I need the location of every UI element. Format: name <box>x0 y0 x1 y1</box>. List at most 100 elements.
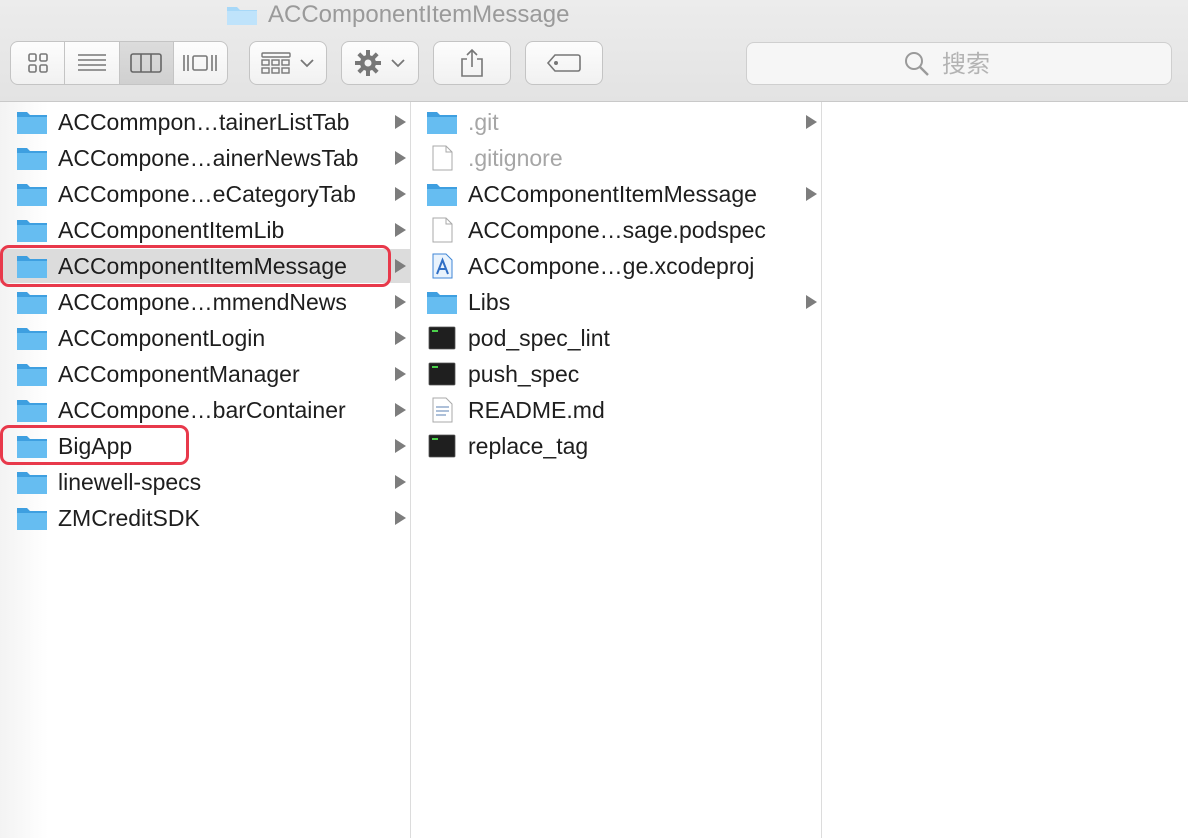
file-row-gitignore[interactable]: .gitignore <box>411 141 821 175</box>
terminal-icon <box>428 434 456 458</box>
file-row-git[interactable]: .git <box>411 105 821 139</box>
folder-icon <box>17 112 47 134</box>
file-name-label: replace_tag <box>468 433 589 459</box>
chevron-down-icon <box>391 59 405 68</box>
file-name-label: ACComponentItemMessage <box>468 181 757 207</box>
file-row-pod-spec-lint[interactable]: pod_spec_lint <box>411 321 821 355</box>
folder-icon <box>17 436 47 458</box>
disclosure-arrow-icon <box>395 151 406 165</box>
disclosure-arrow-icon <box>806 187 817 201</box>
cover-flow-icon <box>183 55 218 71</box>
file-name-label: README.md <box>468 397 605 423</box>
file-row-accomponentitemmessage[interactable]: ACComponentItemMessage <box>0 249 410 283</box>
folder-icon <box>17 220 47 242</box>
disclosure-arrow-icon <box>395 331 406 345</box>
file-name-label: ACComponentLogin <box>58 325 266 351</box>
file-row-push-spec[interactable]: push_spec <box>411 357 821 391</box>
folder-icon <box>427 184 457 206</box>
file-row-bigapp[interactable]: BigApp <box>0 429 410 463</box>
folder-icon <box>17 400 47 422</box>
cover-flow-view-button[interactable] <box>174 42 227 84</box>
columns-icon <box>130 53 162 73</box>
terminal-icon <box>428 326 456 350</box>
disclosure-arrow-icon <box>395 403 406 417</box>
document-icon <box>432 217 453 243</box>
file-name-label: ACCommpon…tainerListTab <box>58 109 350 135</box>
disclosure-arrow-icon <box>806 115 817 129</box>
column-parent-folder: ACCommpon…tainerListTab ACCompone…ainerNe… <box>0 102 411 838</box>
file-row-accompone-sage-podspec[interactable]: ACCompone…sage.podspec <box>411 213 821 247</box>
action-button[interactable] <box>341 41 419 85</box>
tag-button[interactable] <box>525 41 603 85</box>
window-title-text: ACComponentItemMessage <box>268 1 570 28</box>
disclosure-arrow-icon <box>395 187 406 201</box>
folder-icon <box>17 364 47 386</box>
icon-view-button[interactable] <box>11 42 66 84</box>
disclosure-arrow-icon <box>395 475 406 489</box>
folder-icon <box>17 508 47 530</box>
disclosure-arrow-icon <box>395 295 406 309</box>
terminal-icon <box>428 362 456 386</box>
file-name-label: ACCompone…eCategoryTab <box>58 181 356 207</box>
disclosure-arrow-icon <box>395 367 406 381</box>
file-name-label: pod_spec_lint <box>468 325 610 351</box>
file-name-label: ACComponentItemMessage <box>58 253 347 279</box>
file-row-zmcreditsdk[interactable]: ZMCreditSDK <box>0 501 410 535</box>
arrange-grid-icon <box>261 52 291 74</box>
text-document-icon <box>432 397 453 423</box>
file-row-accomponentlogin[interactable]: ACComponentLogin <box>0 321 410 355</box>
finder-toolbar: ACComponentItemMessage <box>0 0 1188 102</box>
file-name-label: ACCompone…barContainer <box>58 397 346 423</box>
file-name-label: Libs <box>468 289 511 315</box>
list-view-button[interactable] <box>65 42 120 84</box>
tag-icon <box>546 54 581 72</box>
disclosure-arrow-icon <box>395 511 406 525</box>
document-icon <box>432 145 453 171</box>
file-row-accompone-mmendnews[interactable]: ACCompone…mmendNews <box>0 285 410 319</box>
file-row-accompone-ge-xcodeproj[interactable]: ACCompone…ge.xcodeproj <box>411 249 821 283</box>
folder-icon <box>17 184 47 206</box>
disclosure-arrow-icon <box>395 115 406 129</box>
folder-icon <box>227 7 257 25</box>
folder-icon <box>17 148 47 170</box>
file-name-label: ACCompone…ainerNewsTab <box>58 145 359 171</box>
file-name-label: linewell-specs <box>58 469 202 495</box>
share-icon <box>461 48 483 77</box>
folder-icon <box>17 256 47 278</box>
folder-icon <box>17 472 47 494</box>
file-row-libs[interactable]: Libs <box>411 285 821 319</box>
file-row-replace-tag[interactable]: replace_tag <box>411 429 821 463</box>
file-row-linewell-specs[interactable]: linewell-specs <box>0 465 410 499</box>
xcode-project-icon <box>432 253 453 279</box>
file-name-label: ACCompone…mmendNews <box>58 289 347 315</box>
gear-icon <box>355 50 381 76</box>
arrange-button[interactable] <box>249 41 327 85</box>
grid-icon <box>27 53 48 73</box>
share-button[interactable] <box>433 41 511 85</box>
file-row-accompone-barcontainer[interactable]: ACCompone…barContainer <box>0 393 410 427</box>
column-view-button[interactable] <box>119 42 174 84</box>
window-title: ACComponentItemMessage <box>226 0 569 30</box>
file-name-label: ACComponentItemLib <box>58 217 285 243</box>
file-name-label: ACCompone…ge.xcodeproj <box>468 253 755 279</box>
view-mode-control <box>10 41 228 85</box>
file-row-accommpon-tainerlisttab[interactable]: ACCommpon…tainerListTab <box>0 105 410 139</box>
search-field[interactable] <box>746 42 1172 85</box>
file-row-accompone-ecategorytab[interactable]: ACCompone…eCategoryTab <box>0 177 410 211</box>
search-input[interactable] <box>940 48 1014 79</box>
chevron-down-icon <box>300 59 314 68</box>
file-row-readme-md[interactable]: README.md <box>411 393 821 427</box>
folder-icon <box>427 292 457 314</box>
column-empty <box>822 102 1188 838</box>
list-icon <box>77 54 106 71</box>
file-row-accomponentitemlib[interactable]: ACComponentItemLib <box>0 213 410 247</box>
file-name-label: push_spec <box>468 361 580 387</box>
file-row-accomponentmanager[interactable]: ACComponentManager <box>0 357 410 391</box>
folder-icon <box>17 328 47 350</box>
file-row-accompone-ainernewstab[interactable]: ACCompone…ainerNewsTab <box>0 141 410 175</box>
file-name-label: .gitignore <box>468 145 563 171</box>
search-icon <box>905 51 929 76</box>
disclosure-arrow-icon <box>395 259 406 273</box>
folder-icon <box>17 292 47 314</box>
file-row-accomponentitemmessage[interactable]: ACComponentItemMessage <box>411 177 821 211</box>
